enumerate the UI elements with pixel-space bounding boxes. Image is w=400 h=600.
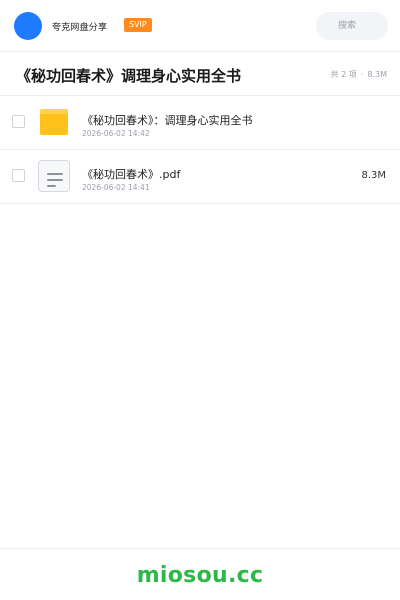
avatar[interactable]: [14, 12, 42, 40]
title-bar: 《秘功回春术》调理身心实用全书 共 2 项 · 8.3M: [0, 52, 400, 96]
svip-badge: SVIP: [124, 18, 152, 32]
folder-icon: [40, 109, 68, 135]
brand-watermark: miosou.cc: [136, 563, 264, 588]
search-input[interactable]: 搜索: [316, 12, 388, 40]
document-icon: [38, 160, 70, 192]
folder-summary: 共 2 项 · 8.3M: [331, 69, 387, 80]
file-name[interactable]: 《秘功回春术》：调理身心实用全书: [82, 112, 253, 128]
item-count: 共 2 项: [330, 70, 357, 79]
file-name[interactable]: 《秘功回春术》.pdf: [82, 166, 180, 182]
list-item[interactable]: 《秘功回春术》.pdf 2026-06-02 14:41 8.3M: [0, 150, 400, 204]
summary-separator: ·: [360, 70, 364, 79]
username: 夸克网盘分享: [52, 23, 108, 33]
select-checkbox[interactable]: [12, 169, 25, 182]
file-date: 2026-06-02 14:41: [82, 183, 150, 192]
top-bar: 夸克网盘分享 SVIP 搜索: [0, 0, 400, 52]
page-title: 《秘功回春术》调理身心实用全书: [16, 67, 242, 85]
list-item[interactable]: 《秘功回春术》：调理身心实用全书 2026-06-02 14:42: [0, 96, 400, 150]
file-size: 8.3M: [361, 170, 386, 181]
total-size: 8.3M: [367, 70, 387, 79]
file-date: 2026-06-02 14:42: [82, 129, 150, 138]
select-checkbox[interactable]: [12, 115, 25, 128]
footer: miosou.cc: [0, 548, 400, 600]
